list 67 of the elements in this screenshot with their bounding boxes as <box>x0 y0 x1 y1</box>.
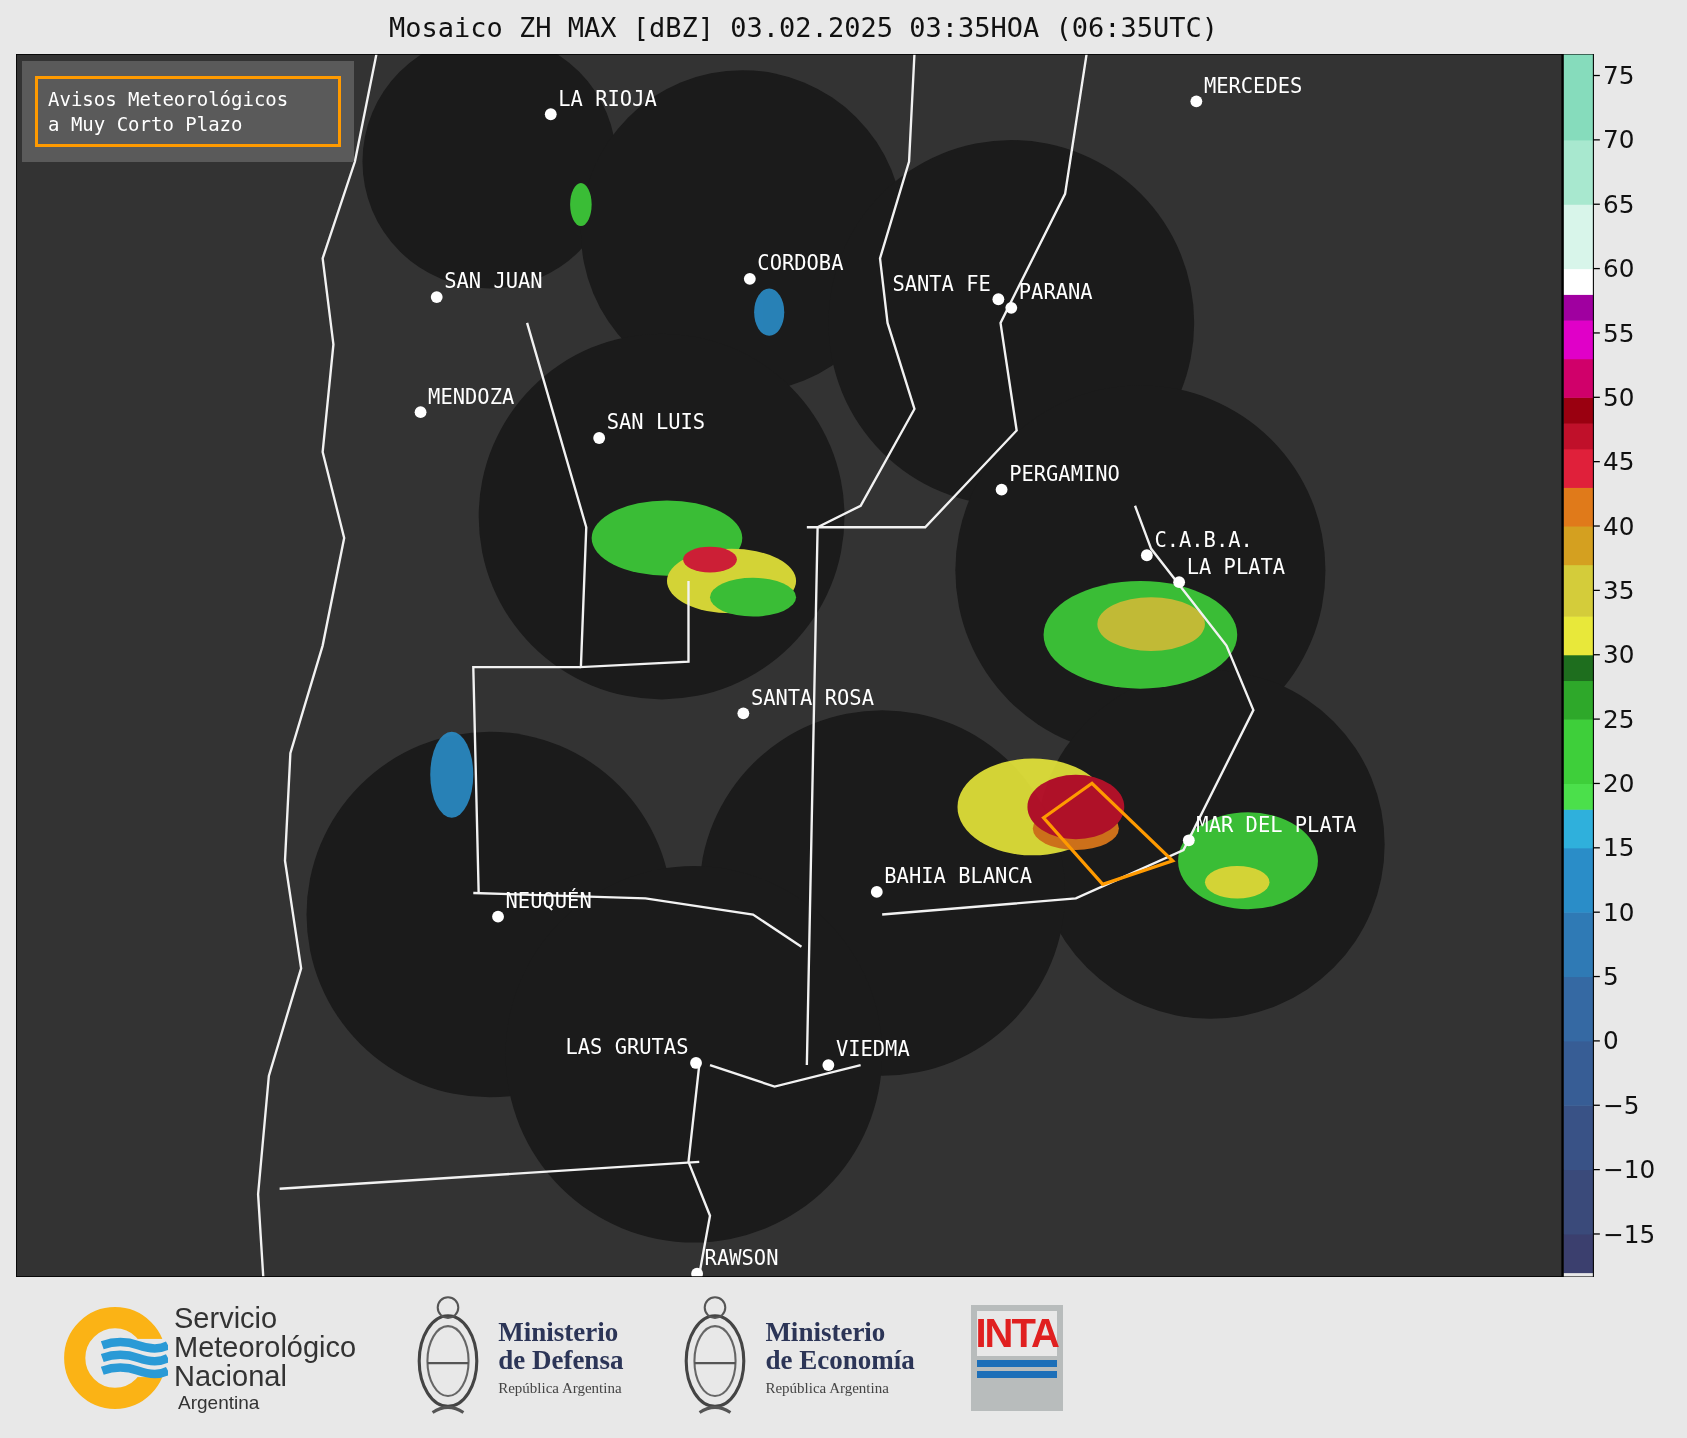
colorbar-tick-label: 55 <box>1603 318 1635 348</box>
city-label: C.A.B.A. <box>1154 527 1253 552</box>
colorbar-tick-label: 40 <box>1603 511 1635 541</box>
colorbar-tick-label: 65 <box>1603 189 1635 219</box>
ministry-name-text: República Argentina <box>498 1380 623 1398</box>
city-dot <box>1005 301 1018 314</box>
colorbar-tick-label: 45 <box>1603 447 1635 477</box>
city-label: NEUQUÉN <box>505 889 592 914</box>
colorbar-tick-label: 0 <box>1603 1026 1619 1056</box>
smn-logo-icon <box>62 1304 168 1411</box>
city-label: PERGAMINO <box>1009 462 1120 487</box>
ministry-name-text: Ministerio <box>498 1317 620 1346</box>
colorbar-tick-label: 70 <box>1603 125 1635 155</box>
chart-title: Mosaico ZH MAX [dBZ] 03.02.2025 03:35HOA (06:35UTC) <box>388 10 1219 45</box>
agency-name-text: Servicio <box>174 1303 279 1333</box>
city-label: VIEDMA <box>835 1037 910 1062</box>
agency-name-text: Nacional <box>174 1361 287 1391</box>
city-dot <box>737 707 750 720</box>
city-dot <box>430 291 443 303</box>
colorbar-tick-label: 10 <box>1603 897 1635 927</box>
city-dot <box>1140 549 1153 562</box>
city-label: SAN LUIS <box>606 410 706 435</box>
colorbar-tick-label: −5 <box>1603 1090 1640 1120</box>
city-dot <box>995 483 1008 496</box>
agency-name-text: Argentina <box>178 1392 261 1412</box>
city-label: MAR DEL PLATA <box>1196 812 1357 837</box>
ministry-name-text: República Argentina <box>765 1380 890 1398</box>
inta-logo-text: INTA <box>975 1310 1058 1356</box>
ministry-name-text: de Economía <box>765 1346 915 1375</box>
city-label: BAHIA BLANCA <box>884 864 1032 889</box>
city-dot <box>492 910 504 923</box>
city-label: PARANA <box>1018 280 1093 305</box>
city-dot <box>690 1057 702 1069</box>
colorbar-tick-label: 25 <box>1603 704 1635 734</box>
city-dot <box>743 272 756 285</box>
city-dot <box>822 1059 835 1071</box>
city-dot <box>992 293 1005 306</box>
ministry-name-text: Ministerio <box>765 1317 887 1346</box>
city-label: MENDOZA <box>428 384 515 409</box>
city-dot <box>1173 576 1186 589</box>
city-label: RAWSON <box>704 1246 779 1271</box>
colorbar-tick-label: 75 <box>1603 61 1635 91</box>
city-label: MERCEDES <box>1203 73 1303 98</box>
city-label: SANTA ROSA <box>750 685 874 710</box>
colorbar-tick-label: −15 <box>1603 1219 1656 1249</box>
city-label: SAN JUAN <box>444 269 543 294</box>
legend-text: Avisos Meteorológicos a Muy Corto Plazo <box>48 86 290 137</box>
colorbar-tick-label: 20 <box>1603 769 1635 799</box>
city-dot <box>414 406 427 419</box>
colorbar-tick-label: 15 <box>1603 833 1635 863</box>
city-label: CORDOBA <box>757 251 844 276</box>
city-dot <box>1182 834 1195 847</box>
colorbar-tick-label: 50 <box>1603 382 1635 412</box>
ministry-name-text: de Defensa <box>498 1346 624 1375</box>
colorbar-tick-label: 5 <box>1603 962 1619 992</box>
city-label: LA RIOJA <box>558 86 657 111</box>
city-dot <box>593 432 606 444</box>
city-label: LAS GRUTAS <box>565 1035 689 1060</box>
city-dot <box>1190 95 1203 108</box>
colorbar-tick-label: 35 <box>1603 576 1635 605</box>
city-dot <box>870 886 883 898</box>
colorbar-tick-label: 30 <box>1603 640 1635 670</box>
colorbar-tick-label: 60 <box>1603 254 1635 284</box>
city-dot <box>544 108 557 121</box>
colorbar-tick-label: −10 <box>1603 1155 1656 1185</box>
city-label: LA PLATA <box>1186 554 1286 579</box>
city-label: SANTA FE <box>892 271 991 296</box>
